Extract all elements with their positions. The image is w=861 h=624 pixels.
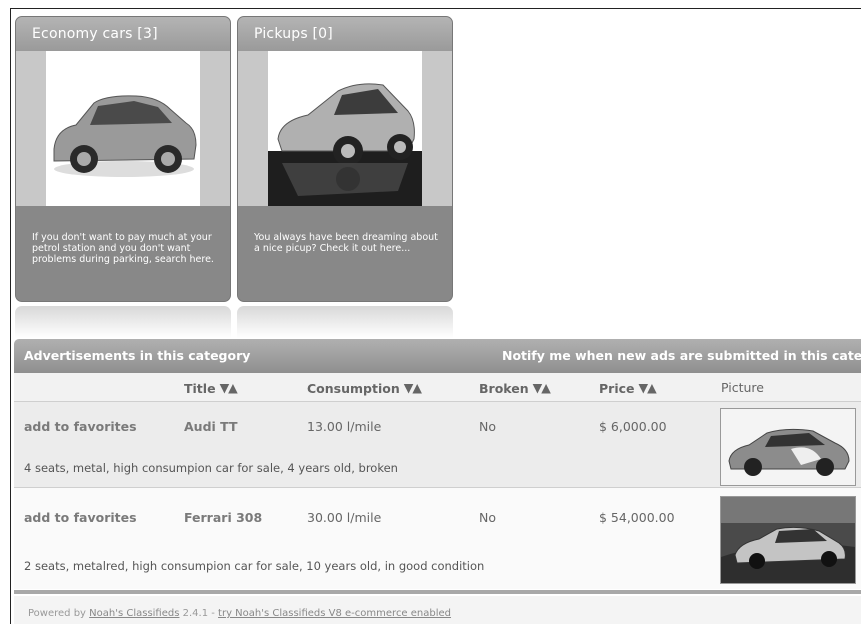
sort-arrows-icon[interactable]: ▼▲ [404, 380, 422, 395]
ads-section-header: Advertisements in this category Notify m… [14, 339, 861, 373]
category-description: If you don't want to pay much at your pe… [32, 232, 214, 265]
footer-text: Powered by Noah's Classifieds 2.4.1 - tr… [28, 608, 451, 619]
column-title[interactable]: Title ▼▲ [184, 380, 238, 396]
table-row[interactable]: add to favorites Ferrari 308 30.00 l/mil… [14, 487, 861, 589]
sort-arrows-icon[interactable]: ▼▲ [533, 380, 551, 395]
table-header: Title ▼▲ Consumption ▼▲ Broken ▼▲ Price ▼▲ P… [14, 373, 861, 401]
category-card-economy[interactable]: Economy cars [3] If you don't want to pa… [15, 16, 231, 302]
column-broken-label: Broken [479, 381, 529, 396]
ad-title-link[interactable]: Audi TT [184, 419, 238, 434]
ad-broken: No [479, 419, 496, 434]
footer-divider [14, 590, 861, 594]
category-card-pickups[interactable]: Pickups [0] You always have been dreamin… [237, 16, 453, 302]
ads-section-title: Advertisements in this category [24, 348, 251, 363]
ad-consumption: 30.00 l/mile [307, 510, 382, 525]
sort-arrows-icon[interactable]: ▼▲ [639, 380, 657, 395]
ad-price: $ 54,000.00 [599, 510, 675, 525]
column-picture: Picture [721, 380, 764, 395]
column-price-label: Price [599, 381, 635, 396]
ad-thumbnail[interactable] [720, 496, 856, 584]
ad-price: $ 6,000.00 [599, 419, 667, 434]
sort-arrows-icon[interactable]: ▼▲ [220, 380, 238, 395]
ad-broken: No [479, 510, 496, 525]
ad-consumption: 13.00 l/mile [307, 419, 382, 434]
column-title-label: Title [184, 381, 216, 396]
category-description: You always have been dreaming about a ni… [254, 232, 438, 254]
column-price[interactable]: Price ▼▲ [599, 380, 657, 396]
car-photo-icon [268, 83, 422, 206]
ad-description: 2 seats, metalred, high consumpion car f… [24, 559, 485, 573]
category-card-shadow [237, 306, 453, 338]
ad-title-link[interactable]: Ferrari 308 [184, 510, 262, 525]
category-image[interactable] [46, 51, 200, 206]
car-photo-icon [53, 95, 197, 177]
category-card-shadow [15, 306, 231, 338]
add-to-favorites-link[interactable]: add to favorites [24, 419, 137, 434]
promo-link[interactable]: try Noah's Classifieds V8 e-commerce ena… [218, 608, 451, 619]
notify-link[interactable]: Notify me when new ads are submitted in … [502, 348, 861, 363]
ad-description: 4 seats, metal, high consumpion car for … [24, 461, 398, 475]
column-broken[interactable]: Broken ▼▲ [479, 380, 551, 396]
category-title[interactable]: Economy cars [3] [16, 17, 230, 51]
column-consumption-label: Consumption [307, 381, 400, 396]
category-image-frame [238, 51, 452, 206]
ad-thumbnail[interactable] [720, 408, 856, 486]
footer: Powered by Noah's Classifieds 2.4.1 - tr… [14, 596, 861, 624]
category-title[interactable]: Pickups [0] [238, 17, 452, 51]
car-photo-icon [721, 409, 855, 485]
column-consumption[interactable]: Consumption ▼▲ [307, 380, 422, 396]
add-to-favorites-link[interactable]: add to favorites [24, 510, 137, 525]
car-photo-icon [721, 497, 855, 583]
table-row[interactable]: add to favorites Audi TT 13.00 l/mile No… [14, 401, 861, 488]
footer-version: 2.4.1 - [179, 608, 219, 619]
brand-link[interactable]: Noah's Classifieds [89, 608, 179, 619]
category-image-frame [16, 51, 230, 206]
footer-prefix: Powered by [28, 608, 90, 619]
category-image[interactable] [268, 51, 422, 206]
